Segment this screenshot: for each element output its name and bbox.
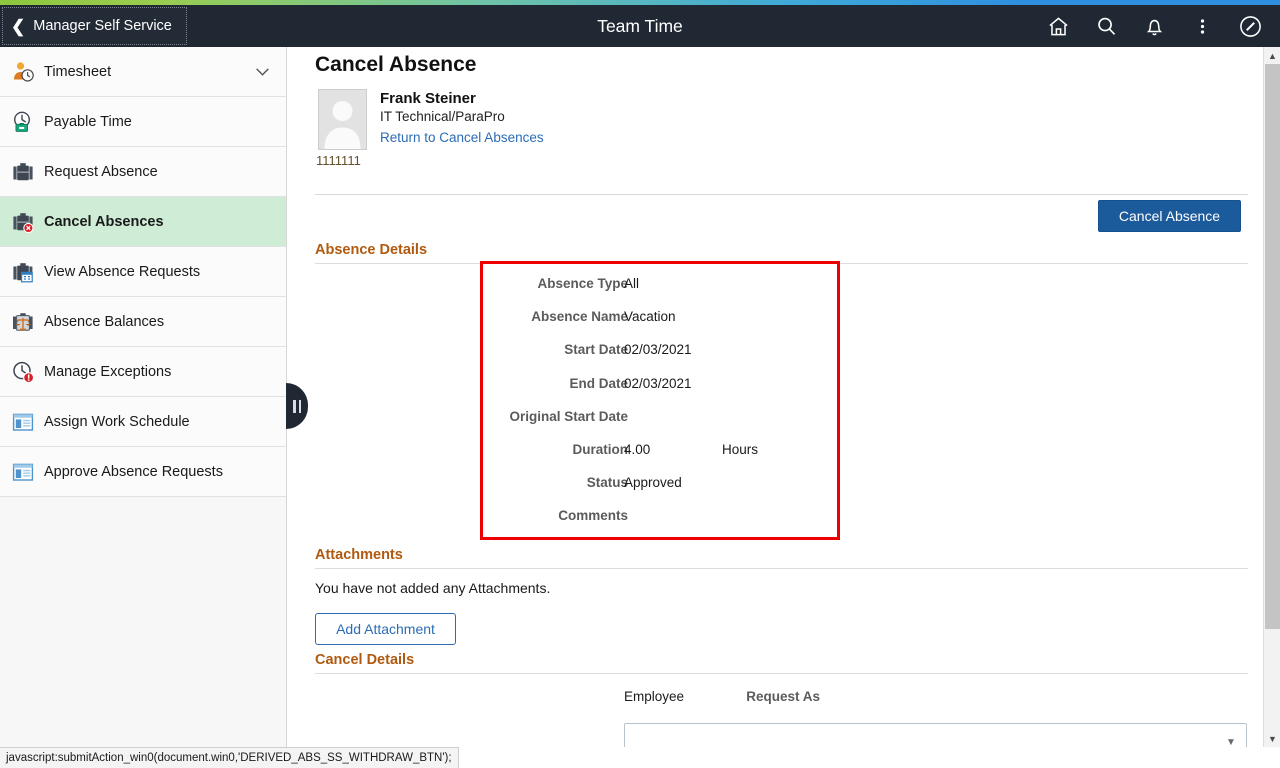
clock-alert-icon (10, 359, 36, 385)
cancel-comments-input[interactable] (624, 723, 1247, 747)
field-value-duration: 4.00 (624, 442, 651, 457)
field-label-absence-type: Absence Type (537, 276, 628, 291)
main-content-panel: Cancel Absence Frank Steiner IT Technica… (288, 47, 1256, 747)
app-header: ❮ Manager Self Service Team Time (0, 5, 1280, 47)
page-vertical-scrollbar[interactable]: ▲ ▼ (1263, 47, 1280, 747)
employee-name: Frank Steiner (380, 90, 476, 107)
window-list-icon (10, 459, 36, 485)
sidebar-empty-area (0, 497, 286, 677)
employee-id: 1111111 (316, 153, 361, 168)
field-label-end-date: End Date (569, 375, 628, 391)
field-label-start-date: Start Date (564, 342, 628, 358)
window-list-icon (10, 409, 36, 435)
search-icon[interactable] (1082, 5, 1130, 47)
field-unit-duration: Hours (722, 442, 759, 457)
header-divider (315, 194, 1248, 195)
back-to-manager-self-service-button[interactable]: ❮ Manager Self Service (2, 7, 187, 45)
pause-bars-icon (293, 399, 301, 413)
field-label-original-start-date: Original Start Date (509, 408, 628, 424)
sidebar-item-cancel-absences[interactable]: Cancel Absences (0, 197, 286, 247)
field-value-status: Approved (624, 475, 682, 491)
briefcase-scales-icon (10, 309, 36, 335)
scroll-up-arrow-icon[interactable]: ▲ (1264, 47, 1280, 64)
request-as-value: Employee (624, 689, 685, 704)
sidebar-item-label: Payable Time (44, 113, 132, 130)
add-attachment-button[interactable]: Add Attachment (315, 613, 456, 645)
sidebar-item-request-absence[interactable]: Request Absence (0, 147, 286, 197)
sidebar-item-label: Manage Exceptions (44, 363, 172, 380)
field-label-duration: Duration (572, 442, 629, 457)
home-icon[interactable] (1034, 5, 1082, 47)
header-title-text: Team Time (597, 15, 683, 36)
sidebar-item-label: Timesheet (44, 63, 112, 80)
sidebar-item-label: Absence Balances (44, 313, 165, 330)
attachments-heading: Attachments (315, 547, 403, 563)
field-value-absence-name: Vacation (624, 309, 676, 325)
field-label-status: Status (586, 475, 628, 491)
field-value-end-date: 02/03/2021 (624, 375, 692, 391)
sidebar-item-label: View Absence Requests (44, 263, 201, 280)
header-icon-group (1034, 5, 1274, 47)
scroll-down-arrow-icon[interactable]: ▼ (1264, 730, 1280, 747)
return-to-cancel-absences-link[interactable]: Return to Cancel Absences (380, 130, 544, 145)
notifications-bell-icon[interactable] (1130, 5, 1178, 47)
sidebar-item-label: Approve Absence Requests (44, 463, 223, 480)
attachments-empty-message: You have not added any Attachments. (315, 580, 551, 596)
page-title: Cancel Absence (315, 53, 477, 76)
browser-status-bar: javascript:submitAction_win0(document.wi… (0, 747, 459, 768)
field-label-absence-name: Absence Name (531, 309, 628, 325)
field-value-start-date: 02/03/2021 (624, 342, 692, 358)
timesheet-person-clock-icon (10, 59, 36, 85)
sidebar-item-manage-exceptions[interactable]: Manage Exceptions (0, 347, 286, 397)
chevron-down-icon[interactable] (255, 64, 270, 79)
briefcase-calendar-icon (10, 259, 36, 285)
briefcase-cancel-icon (10, 209, 36, 235)
chevron-left-icon: ❮ (11, 16, 26, 36)
navigator-compass-icon[interactable] (1226, 5, 1274, 47)
sidebar-item-view-absence-requests[interactable]: View Absence Requests (0, 247, 286, 297)
cancel-absence-button[interactable]: Cancel Absence (1098, 200, 1241, 232)
employee-job-title: IT Technical/ParaPro (380, 109, 505, 124)
back-button-label: Manager Self Service (33, 18, 172, 34)
sidebar-item-absence-balances[interactable]: Absence Balances (0, 297, 286, 347)
left-navigation-sidebar: Timesheet Payable Time Request Absence Canc… (0, 47, 287, 747)
briefcase-icon (10, 159, 36, 185)
actions-menu-icon[interactable] (1178, 5, 1226, 47)
cancel-details-divider (315, 673, 1248, 674)
status-bar-text: javascript:submitAction_win0(document.wi… (6, 752, 452, 764)
employee-avatar (318, 89, 367, 150)
inner-scroll-down-indicator: ▼ (1226, 736, 1236, 748)
payable-time-clock-icon (10, 109, 36, 135)
sidebar-item-approve-absence-requests[interactable]: Approve Absence Requests (0, 447, 286, 497)
scrollbar-thumb[interactable] (1265, 64, 1280, 629)
attachments-divider (315, 568, 1248, 569)
absence-details-heading: Absence Details (315, 242, 428, 258)
absence-details-highlight-box (480, 261, 840, 540)
sidebar-item-assign-work-schedule[interactable]: Assign Work Schedule (0, 397, 286, 447)
field-label-comments: Comments (558, 508, 628, 524)
field-value-absence-type: All (624, 276, 640, 291)
sidebar-item-payable-time[interactable]: Payable Time (0, 97, 286, 147)
sidebar-item-label: Cancel Absences (44, 213, 164, 230)
cancel-details-heading: Cancel Details (315, 652, 415, 668)
sidebar-item-timesheet[interactable]: Timesheet (0, 47, 286, 97)
sidebar-item-label: Request Absence (44, 163, 158, 180)
sidebar-item-label: Assign Work Schedule (44, 413, 190, 430)
nav-item-list: Timesheet Payable Time Request Absence Canc… (0, 47, 286, 497)
